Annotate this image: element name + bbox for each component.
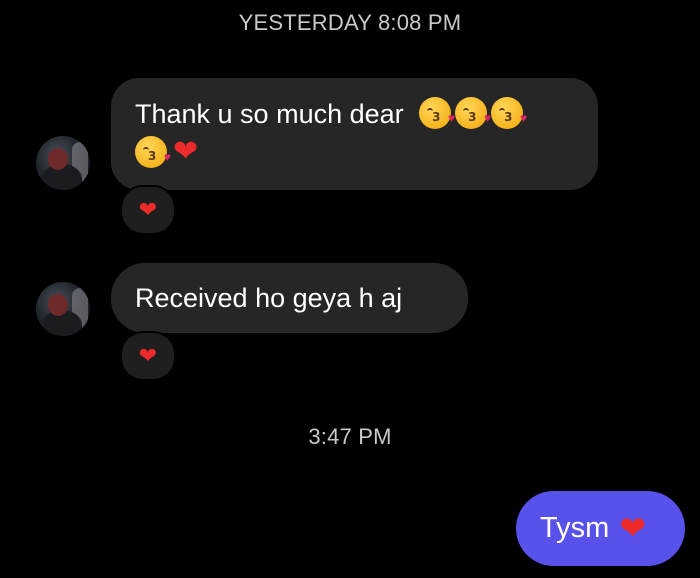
sender-avatar[interactable]	[36, 136, 90, 190]
red-heart-icon: ❤	[173, 134, 199, 169]
sender-avatar[interactable]	[36, 282, 90, 336]
message-text: Received ho geya h aj	[135, 283, 403, 313]
avatar-face	[48, 294, 68, 316]
heart-reaction-icon: ❤	[138, 197, 158, 223]
message-text: Tysm	[540, 512, 610, 544]
kissing-face-icon: ♥	[455, 97, 491, 129]
emoji-line: ♥ ❤	[135, 136, 574, 168]
red-heart-icon: ❤	[619, 509, 647, 547]
avatar-face	[48, 148, 68, 170]
timestamp-today: 3:47 PM	[308, 424, 392, 449]
message-bubble-outgoing[interactable]: Tysm ❤	[516, 491, 685, 566]
message-reaction[interactable]: ❤	[120, 185, 176, 235]
kissing-face-icon: ♥	[135, 136, 171, 168]
kissing-face-icon: ♥	[491, 97, 527, 129]
kissing-face-icon: ♥	[419, 97, 455, 129]
message-bubble-incoming[interactable]: Received ho geya h aj	[111, 263, 468, 333]
emoji-row: ♥ ♥ ♥	[419, 97, 527, 129]
heart-reaction-icon: ❤	[138, 343, 158, 369]
message-reaction[interactable]: ❤	[120, 331, 176, 381]
timestamp-yesterday: YESTERDAY 8:08 PM	[238, 10, 462, 35]
message-text: Thank u so much dear	[135, 99, 404, 129]
message-bubble-incoming[interactable]: Thank u so much dear ♥ ♥ ♥ ♥ ❤	[111, 78, 598, 190]
